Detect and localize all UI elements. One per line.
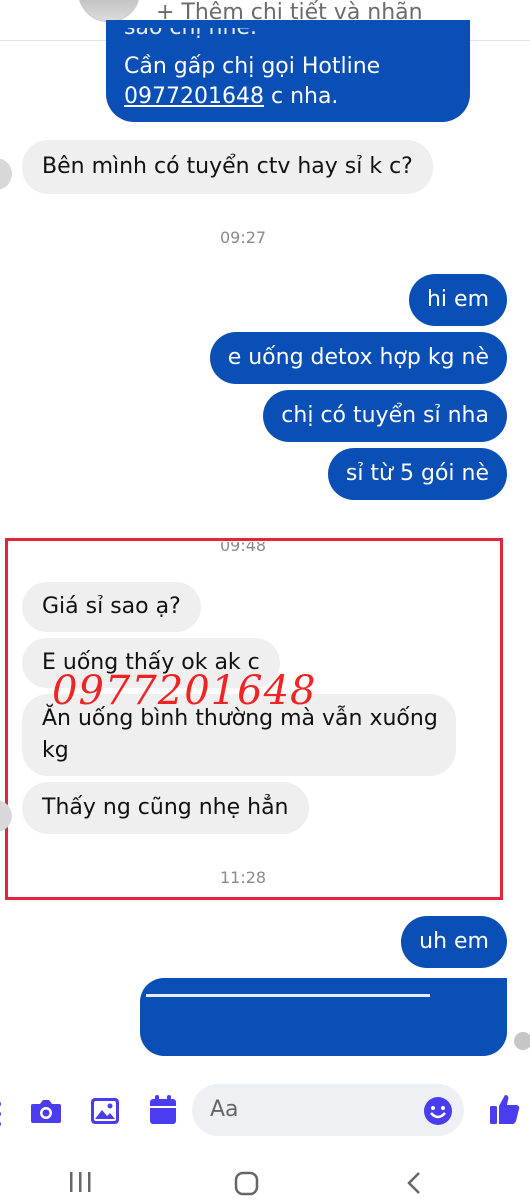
thumbs-up-icon[interactable] <box>488 1092 522 1126</box>
camera-icon[interactable] <box>30 1097 62 1125</box>
message-text: Cần gấp chị gọi Hotline <box>124 54 381 79</box>
message-incoming[interactable]: Thấy ng cũng nhẹ hẳn <box>22 782 309 834</box>
back-icon[interactable] <box>404 1171 424 1197</box>
message-text-phone-line: 0977201648 c nha. <box>124 82 338 112</box>
phone-watermark: 0977201648 <box>52 668 317 714</box>
calendar-icon[interactable] <box>148 1094 178 1126</box>
image-icon[interactable] <box>90 1097 120 1125</box>
message-outgoing-hotline[interactable]: sao chị nhé. Cần gấp chị gọi Hotline 097… <box>106 20 470 122</box>
message-outgoing[interactable]: e uống detox hợp kg nè <box>209 332 507 384</box>
message-text: kg <box>42 738 69 763</box>
system-navigation-bar <box>0 1150 530 1200</box>
menu-dots-icon[interactable] <box>0 1100 6 1130</box>
message-text: c nha. <box>263 84 339 109</box>
message-outgoing[interactable]: hi em <box>408 274 507 326</box>
home-icon[interactable] <box>234 1171 260 1197</box>
emoji-icon[interactable] <box>423 1096 453 1126</box>
message-outgoing[interactable]: chị có tuyển sỉ nha <box>263 390 507 442</box>
message-outgoing[interactable]: uh em <box>401 916 507 968</box>
message-incoming[interactable]: Giá sỉ sao ạ? <box>22 582 201 632</box>
message-outgoing-partial[interactable] <box>140 978 507 1056</box>
timestamp: 09:27 <box>220 228 267 247</box>
message-outgoing[interactable]: sỉ từ 5 gói nè <box>327 448 507 500</box>
message-input-placeholder: Aa <box>210 1097 239 1122</box>
message-incoming[interactable]: Bên mình có tuyển ctv hay sỉ k c? <box>22 140 433 194</box>
seen-avatar <box>514 1032 530 1050</box>
phone-link[interactable]: 0977201648 <box>124 84 264 109</box>
obscured-text-bar <box>146 994 430 1027</box>
timestamp: 11:28 <box>220 868 267 887</box>
contact-avatar-small <box>0 158 12 190</box>
recent-apps-icon[interactable] <box>68 1172 94 1194</box>
contact-avatar[interactable] <box>78 0 140 22</box>
